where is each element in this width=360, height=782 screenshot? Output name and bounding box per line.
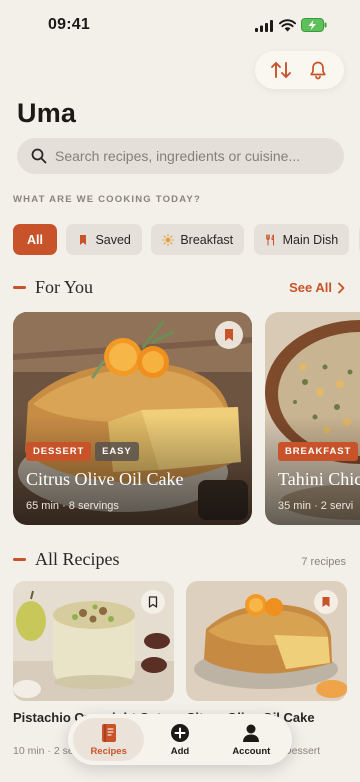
page-title: Uma (17, 98, 77, 128)
header-actions (255, 51, 344, 89)
chip-label: Saved (95, 232, 131, 247)
category-badge: BREAKFAST (278, 442, 359, 461)
recipe-grid-card[interactable] (13, 581, 174, 701)
bookmark-icon (77, 234, 89, 246)
recipe-badges: DESSERT EASY (26, 442, 143, 461)
featured-recipe-card[interactable]: DESSERT EASY Citrus Olive Oil Cake 65 mi… (13, 312, 252, 525)
utensils-icon (265, 234, 277, 246)
chip-label: All (27, 232, 43, 247)
bookmark-button[interactable] (314, 590, 338, 614)
recipe-title: Citrus Olive Oil Cake (26, 469, 184, 489)
for-you-header: For You (13, 277, 93, 298)
tab-recipes[interactable]: Recipes (73, 718, 145, 761)
recipe-meta: 65 min · 8 servings (26, 500, 119, 512)
chevron-right-icon (338, 282, 345, 293)
featured-recipe-card[interactable]: BREAKFAST Tahini Chick 35 min · 2 servi (265, 312, 360, 525)
search-bar[interactable] (17, 138, 344, 174)
filter-caption: WHAT ARE WE COOKING TODAY? (13, 194, 201, 205)
chip-label: Breakfast (180, 232, 234, 247)
bell-icon (310, 61, 326, 80)
chip-main-dish[interactable]: Main Dish (253, 224, 350, 255)
bookmark-button[interactable] (141, 590, 165, 614)
bookmark-icon (322, 597, 330, 607)
search-icon (31, 148, 47, 164)
plus-circle-icon (170, 723, 190, 743)
see-all-link[interactable]: See All (289, 280, 346, 295)
chip-label: Main Dish (282, 232, 339, 247)
all-recipes-heading: All Recipes (35, 549, 120, 569)
section-accent (13, 558, 26, 561)
chip-breakfast[interactable]: Breakfast (151, 224, 245, 255)
battery-charging-icon (301, 18, 327, 32)
category-badge: DESSERT (26, 442, 92, 461)
difficulty-badge: EASY (95, 442, 139, 461)
tab-account[interactable]: Account (216, 718, 287, 761)
all-recipes-header: All Recipes (13, 549, 119, 570)
user-icon (241, 723, 261, 743)
bottom-tab-bar: Recipes Add Account (68, 714, 292, 765)
for-you-heading: For You (35, 277, 94, 297)
tab-label: Recipes (90, 745, 127, 757)
bookmark-button[interactable] (215, 321, 243, 349)
chip-saved[interactable]: Saved (66, 224, 142, 255)
recipe-title: Tahini Chick (278, 469, 360, 489)
bookmark-outline-icon (148, 596, 158, 608)
category-chips: All Saved Breakfast Main Dish (13, 224, 360, 256)
sort-icon (271, 62, 292, 78)
recipe-book-icon (99, 723, 119, 743)
status-bar: 09:41 (0, 0, 360, 50)
recipe-count: 7 recipes (301, 556, 346, 568)
recipe-meta: 35 min · 2 servi (278, 500, 354, 512)
sun-icon (162, 233, 175, 246)
notifications-button[interactable] (304, 56, 332, 84)
tab-add[interactable]: Add (144, 718, 215, 761)
section-accent (13, 286, 26, 289)
search-input[interactable] (55, 148, 325, 164)
recipe-grid-card[interactable] (186, 581, 347, 701)
bookmark-icon (225, 329, 233, 341)
see-all-label: See All (289, 280, 332, 295)
wifi-icon (279, 19, 296, 32)
recipe-badges: BREAKFAST (278, 442, 360, 461)
status-time: 09:41 (48, 16, 90, 33)
chip-all[interactable]: All (13, 224, 57, 255)
sort-button[interactable] (267, 56, 295, 84)
signal-icon (255, 20, 273, 32)
tab-label: Account (232, 745, 271, 757)
tab-label: Add (170, 745, 190, 757)
